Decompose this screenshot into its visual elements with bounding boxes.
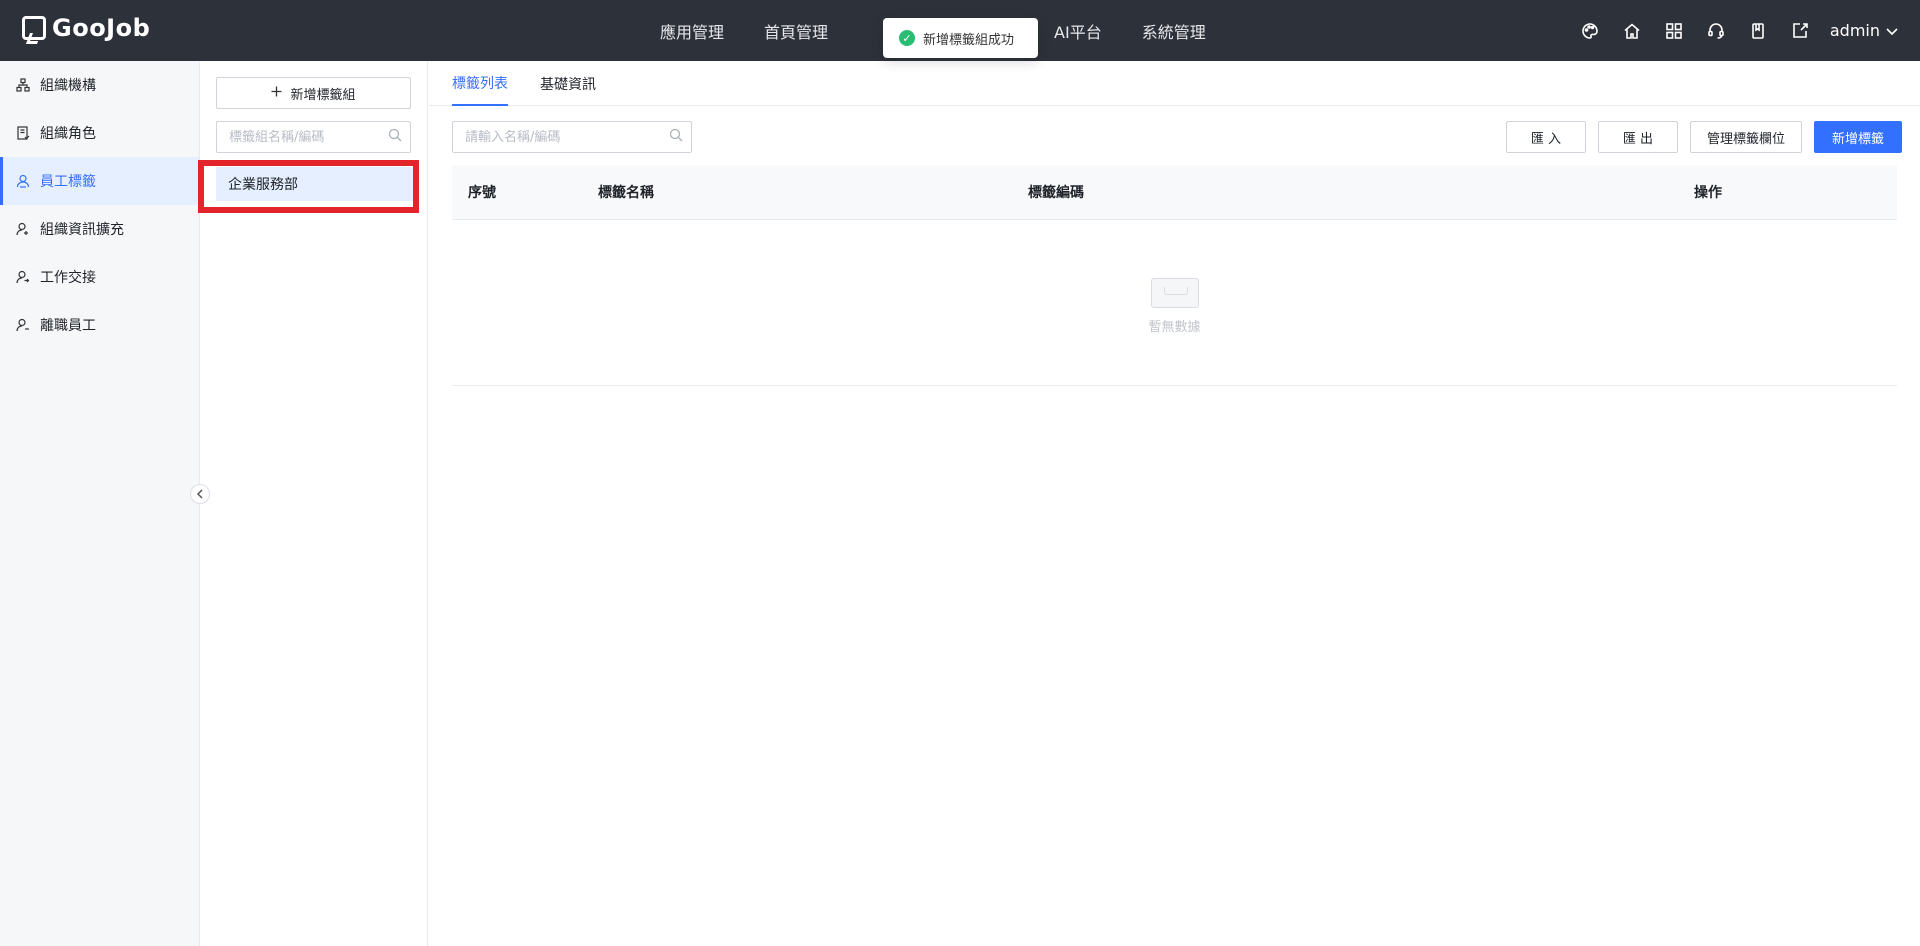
tag-group-search [216,121,411,153]
add-tag-group-label: 新增標籤組 [290,87,356,103]
app-logo[interactable]: GooJob [22,14,150,42]
collapse-sidebar-button[interactable] [190,484,210,504]
plus-icon [271,86,282,101]
search-icon[interactable] [388,128,402,146]
tag-table: 序號 標籤名稱 標籤編碼 操作 暫無數據 [452,165,1897,386]
header-tools: admin [1578,0,1898,61]
top-bar: GooJob 應用管理 首頁管理 台 AI平台 系統管理 ✓ 新增標籤組成功 [0,0,1920,61]
sidebar-item-label: 離職員工 [40,318,96,334]
sidebar-item-label: 工作交接 [40,270,96,286]
apps-grid-icon[interactable] [1662,19,1686,43]
nav-item-home-management[interactable]: 首頁管理 [764,19,828,43]
left-sidebar: 組織機構 組織角色 員工標籤 組織資訊擴充 工作交接 離職員工 [0,61,200,946]
search-icon[interactable] [669,128,683,146]
user-menu[interactable]: admin [1830,21,1898,40]
sidebar-item-org-role[interactable]: 組織角色 [0,109,199,157]
org-info-icon [16,222,30,236]
nav-item-app-management[interactable]: 應用管理 [660,19,724,43]
sidebar-item-label: 組織資訊擴充 [40,222,124,238]
tag-group-panel: 新增標籤組 企業服務部 [198,61,428,946]
logo-mark-icon [22,16,46,40]
book-icon[interactable] [1746,19,1770,43]
home-icon[interactable] [1620,19,1644,43]
chevron-left-icon [196,489,203,499]
sidebar-item-work-handover[interactable]: 工作交接 [0,253,199,301]
empty-inbox-icon [1145,270,1205,310]
add-tag-group-button[interactable]: 新增標籤組 [216,77,411,109]
toast-message: 新增標籤組成功 [923,32,1015,48]
sidebar-item-label: 組織角色 [40,126,96,142]
user-name: admin [1829,21,1880,40]
resigned-employee-icon [16,318,30,332]
sidebar-item-resigned-employee[interactable]: 離職員工 [0,301,199,349]
toolbar-actions: 匯 入 匯 出 管理標籤欄位 新增標籤 [1505,121,1902,153]
add-tag-button[interactable]: 新增標籤 [1814,121,1902,153]
chevron-down-icon [1886,21,1898,40]
tag-search [452,121,692,153]
sidebar-item-org-info-extension[interactable]: 組織資訊擴充 [0,205,199,253]
empty-state: 暫無數據 [452,220,1897,386]
role-icon [16,126,30,140]
column-header-tag-code: 標籤編碼 [1028,185,1084,201]
check-circle-icon: ✓ [899,30,915,46]
sidebar-item-org-structure[interactable]: 組織機構 [0,61,199,109]
tag-group-search-input[interactable] [229,129,388,145]
table-header: 序號 標籤名稱 標籤編碼 操作 [452,165,1897,220]
headset-support-icon[interactable] [1704,19,1728,43]
tab-bar: 標籤列表 基礎資訊 [429,61,1920,106]
org-structure-icon [16,78,30,92]
import-button[interactable]: 匯 入 [1505,121,1586,153]
manage-tag-columns-button[interactable]: 管理標籤欄位 [1689,121,1802,153]
employee-tag-icon [16,174,30,188]
main-content: 標籤列表 基礎資訊 匯 入 匯 出 管理標籤欄位 新增標籤 序號 標籤名稱 標籤… [429,61,1920,946]
palette-icon[interactable] [1578,19,1602,43]
column-header-index: 序號 [468,185,496,201]
tag-search-input[interactable] [465,129,669,145]
handover-icon [16,270,30,284]
column-header-tag-name: 標籤名稱 [598,185,654,201]
tag-group-item-enterprise-service[interactable]: 企業服務部 [216,167,416,201]
sidebar-item-label: 組織機構 [40,78,96,94]
tab-basic-info[interactable]: 基礎資訊 [540,61,596,106]
nav-item-system-management[interactable]: 系統管理 [1142,19,1206,43]
nav-item-ai-platform[interactable]: AI平台 [1054,19,1102,43]
export-app-icon[interactable] [1788,19,1812,43]
sidebar-item-label: 員工標籤 [40,174,96,190]
empty-state-text: 暫無數據 [1148,320,1201,335]
tab-tag-list[interactable]: 標籤列表 [452,61,508,106]
tag-group-list: 企業服務部 [200,161,428,201]
logo-text: GooJob [52,14,151,42]
column-header-actions: 操作 [1694,185,1722,201]
success-toast: ✓ 新增標籤組成功 [883,18,1038,58]
export-button[interactable]: 匯 出 [1597,121,1678,153]
sidebar-item-employee-tag[interactable]: 員工標籤 [0,157,199,205]
